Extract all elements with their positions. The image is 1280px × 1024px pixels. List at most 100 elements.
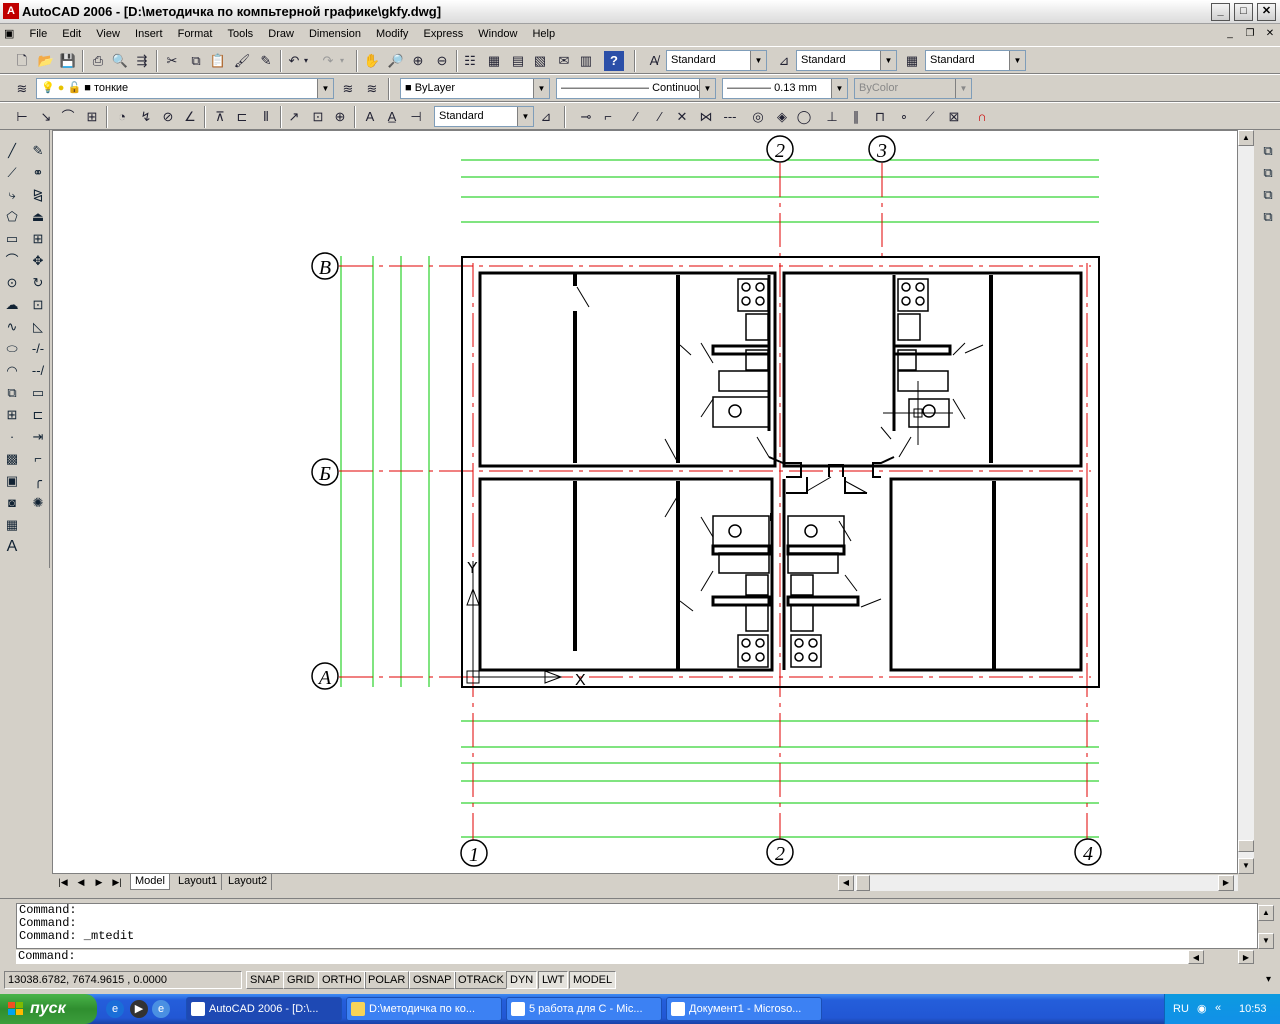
bring-to-front-icon[interactable]: ⧉ [1257,140,1279,162]
explode-icon[interactable]: ✺ [27,492,49,514]
dim-text-edit-icon[interactable]: A̲ [382,107,402,127]
grid-toggle[interactable]: GRID [283,971,319,989]
menu-view[interactable]: View [90,25,126,43]
ellipse-icon[interactable]: ⬭ [1,338,23,360]
chevron-down-icon[interactable]: ▼ [533,79,549,98]
minimize-button[interactable]: _ [1211,3,1230,21]
point-icon[interactable]: · [1,426,23,448]
cmd-scroll-left-button[interactable]: ◀ [1188,950,1204,964]
osnap-settings-icon[interactable]: ∩ [972,107,992,127]
insert-block-icon[interactable]: ⧉ [1,382,23,404]
move-icon[interactable]: ✥ [27,250,49,272]
send-under-icon[interactable]: ⧉ [1257,206,1279,228]
bring-above-icon[interactable]: ⧉ [1257,184,1279,206]
chamfer-icon[interactable]: ⌐ [27,448,49,470]
redo-dropdown-icon[interactable]: ▾ [336,51,348,71]
angular-icon[interactable]: ∠ [180,107,200,127]
tool-palettes-icon[interactable]: ▤ [508,51,528,71]
snap-node-icon[interactable]: ∘ [894,107,914,127]
layer-manager-icon[interactable]: ≋ [12,79,32,99]
paste-icon[interactable]: 📋 [208,51,228,71]
scroll-thumb[interactable] [1238,840,1254,852]
model-toggle[interactable]: MODEL [569,971,617,989]
dimension-style-icon[interactable]: ⊿ [536,107,556,127]
command-input[interactable]: Command: [16,950,1188,964]
snap-perpendicular-icon[interactable]: ⊥ [822,107,842,127]
stretch-icon[interactable]: ◺ [27,316,49,338]
pan-icon[interactable]: ✋ [362,51,382,71]
autocad-app-icon[interactable]: A [3,3,19,19]
snap-apparent-intersect-icon[interactable]: ✕ [672,107,692,127]
tab-model[interactable]: Model [130,874,170,890]
match-properties-icon[interactable]: 🖌 [232,51,252,71]
leader-icon[interactable]: ↗ [284,107,304,127]
design-center-icon[interactable]: ▦ [484,51,504,71]
snap-extension-line-icon[interactable]: --- [720,107,740,127]
ellipse-arc-icon[interactable]: ◠ [1,360,23,382]
task-autocad[interactable]: AutoCAD 2006 - [D:\... [186,997,342,1021]
copy-object-icon[interactable]: ⚭ [27,162,49,184]
chevron-down-icon[interactable]: ▼ [750,51,766,70]
offset-icon[interactable]: ⏏ [27,206,49,228]
menu-tools[interactable]: Tools [222,25,260,43]
snap-to-midpoint-icon[interactable]: ∕ [626,107,646,127]
line-icon[interactable]: ╱ [1,140,23,162]
menu-help[interactable]: Help [526,25,561,43]
start-button[interactable]: пуск [0,994,97,1024]
chevron-down-icon[interactable]: ▼ [880,51,896,70]
ie-icon[interactable]: e [106,1000,124,1018]
doc-minimize-button[interactable]: _ [1222,27,1238,41]
cut-icon[interactable]: ✂ [162,51,182,71]
break-at-point-icon[interactable]: ▭ [27,382,49,404]
spline-icon[interactable]: ∿ [1,316,23,338]
snap-extension-icon[interactable]: ⋈ [696,107,716,127]
zoom-previous-icon[interactable]: ⊖ [432,51,452,71]
snap-to-endpoint-icon[interactable]: ⊸ [576,107,596,127]
close-button[interactable]: ✕ [1257,3,1276,21]
menu-window[interactable]: Window [472,25,523,43]
polygon-icon[interactable]: ⬠ [1,206,23,228]
ordinate-icon[interactable]: ⊞ [82,107,102,127]
arc-length-icon[interactable]: ⌒ [58,107,78,127]
show-desktop-icon[interactable]: e [152,1000,170,1018]
chevron-down-icon[interactable]: ▼ [1009,51,1025,70]
table-style-select[interactable]: Standard ▼ [925,50,1026,71]
task-word-1[interactable]: 5 работа для C - Mic... [506,997,662,1021]
polyline-icon[interactable]: ⤷ [1,184,23,206]
menu-draw[interactable]: Draw [262,25,300,43]
center-mark-icon[interactable]: ⊕ [330,107,350,127]
erase-icon[interactable]: ✎ [27,140,49,162]
scroll-left-button[interactable]: ◀ [838,875,854,891]
text-style-icon[interactable]: A̸ [644,51,664,71]
doc-restore-button[interactable]: ❐ [1242,27,1258,41]
revision-cloud-icon[interactable]: ☁ [1,294,23,316]
tab-layout1[interactable]: Layout1 [174,874,223,890]
snap-nearest-icon[interactable]: ⟋ [920,107,940,127]
menu-file[interactable]: File [23,25,53,43]
calculator-icon[interactable]: ▥ [576,51,596,71]
prev-tab-button[interactable]: ◀ [72,875,90,890]
send-to-back-icon[interactable]: ⧉ [1257,162,1279,184]
osnap-toggle[interactable]: OSNAP [409,971,456,989]
scale-icon[interactable]: ⊡ [27,294,49,316]
block-editor-icon[interactable]: ✎ [256,51,276,71]
doc-close-button[interactable]: ✕ [1262,27,1278,41]
scroll-up-button[interactable]: ▲ [1238,130,1254,146]
hatch-icon[interactable]: ▩ [1,448,23,470]
otrack-toggle[interactable]: OTRACK [454,971,508,989]
horizontal-scrollbar[interactable]: ◀ ▶ [838,875,1238,891]
chevron-down-icon[interactable]: ▼ [517,107,533,126]
menu-dimension[interactable]: Dimension [303,25,367,43]
chevron-down-icon[interactable]: ▼ [317,79,333,98]
tolerance-icon[interactable]: ⊡ [308,107,328,127]
dim-style-icon[interactable]: ⊿ [774,51,794,71]
snap-center-icon[interactable]: ◎ [748,107,768,127]
construction-line-icon[interactable]: ⟋ [1,162,23,184]
rectangle-icon[interactable]: ▭ [1,228,23,250]
chevron-down-icon[interactable]: ▼ [831,79,847,98]
array-icon[interactable]: ⊞ [27,228,49,250]
cmd-scroll-right-button[interactable]: ▶ [1238,950,1254,964]
help-icon[interactable]: ? [604,51,624,71]
open-icon[interactable]: 📂 [36,51,56,71]
fillet-icon[interactable]: ╭ [27,470,49,492]
